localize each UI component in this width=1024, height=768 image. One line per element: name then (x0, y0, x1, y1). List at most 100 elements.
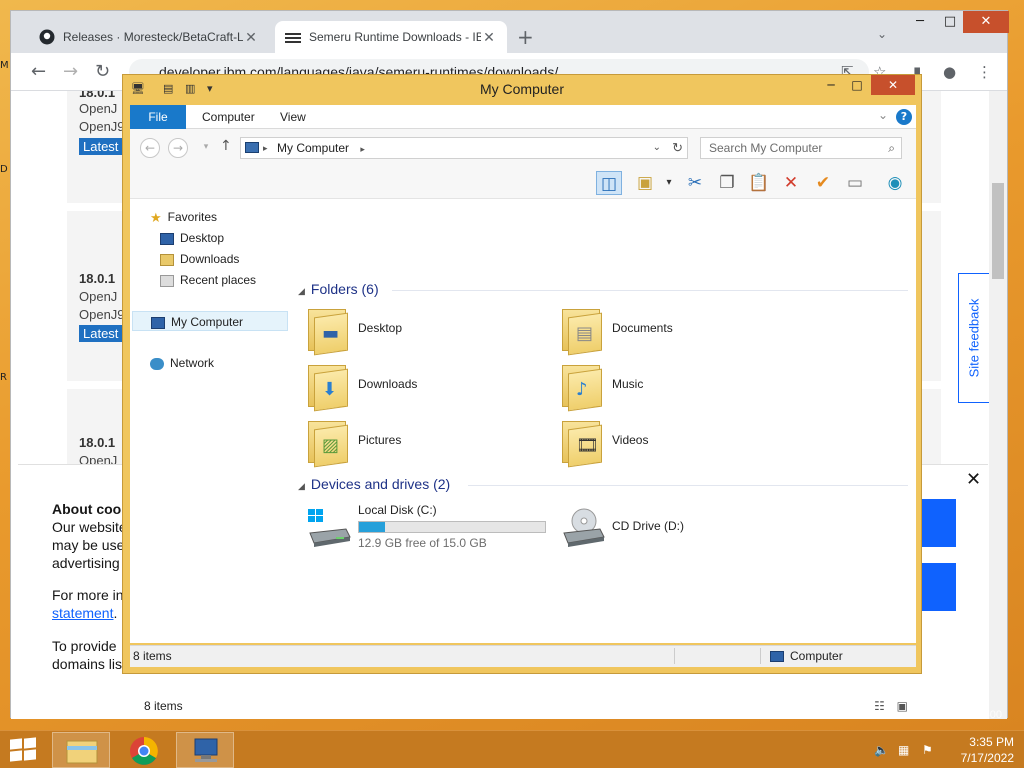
hard-disk-icon (308, 509, 351, 547)
drive-name: CD Drive (D:) (612, 519, 684, 533)
tab-strip: Releases · Moresteck/BetaCraft-L ✕ Semer… (11, 11, 1009, 53)
drive-free-space: 12.9 GB free of 15.0 GB (358, 536, 487, 550)
action-center-icon[interactable]: ⚑ (922, 743, 933, 757)
folder-item-documents[interactable]: ▤ Documents (560, 305, 800, 357)
volume-muted-icon[interactable]: 🔈 (874, 743, 889, 757)
chevron-right-icon[interactable]: ▸ (360, 144, 365, 154)
nav-my-computer[interactable]: My Computer (132, 311, 288, 331)
paste-icon[interactable]: 📋 (746, 171, 772, 195)
checkmark-icon[interactable]: ✔ (810, 171, 836, 195)
folder-item-downloads[interactable]: ⬇ Downloads (306, 361, 546, 413)
maximize-button[interactable]: □ (843, 75, 871, 95)
explorer-titlebar[interactable]: 🖥 ▤ ▥ ▾ My Computer ─ □ ✕ (123, 75, 921, 103)
computer-icon (151, 316, 165, 329)
address-field[interactable]: ▸ My Computer ▸ ⌄ ↻ (240, 137, 688, 159)
delete-icon[interactable]: ✕ (778, 171, 804, 195)
ribbon: File Computer View ⌄ ? (130, 105, 916, 129)
back-arrow-icon[interactable]: ← (31, 61, 46, 82)
close-button[interactable]: ✕ (963, 11, 1009, 33)
recent-locations-dropdown-icon[interactable]: ▾ (196, 138, 216, 158)
reload-icon[interactable]: ↻ (95, 61, 110, 82)
shell-icon[interactable]: ◉ (882, 171, 908, 195)
details-view-icon[interactable]: ☷ (874, 699, 885, 713)
chevron-right-icon[interactable]: ▸ (263, 138, 268, 158)
chevron-down-icon[interactable]: ⌄ (653, 138, 661, 158)
drive-item-c[interactable]: Local Disk (C:) 12.9 GB free of 15.0 GB (306, 503, 556, 555)
privacy-statement-link[interactable]: statement (52, 605, 113, 621)
nav-desktop[interactable]: Desktop (160, 228, 224, 248)
menu-kebab-icon[interactable]: ⋮ (977, 63, 992, 81)
maximize-button[interactable]: □ (935, 11, 965, 33)
help-icon[interactable]: ? (896, 109, 912, 125)
close-tab-icon[interactable]: ✕ (243, 29, 259, 46)
accept-cookies-button[interactable] (921, 499, 956, 547)
page-scrollbar[interactable] (989, 91, 1007, 719)
status-divider (674, 648, 675, 664)
refresh-icon[interactable]: ↻ (672, 138, 683, 158)
chevron-down-icon[interactable]: ▾ (656, 171, 682, 195)
ribbon-tab-view[interactable]: View (268, 105, 318, 129)
browser-tab-releases[interactable]: Releases · Moresteck/BetaCraft-L ✕ (29, 21, 269, 53)
cd-drive-icon (563, 508, 605, 547)
cut-icon[interactable]: ✂ (682, 171, 708, 195)
computer-icon (245, 142, 259, 153)
downloads-folder-icon: ⬇ (306, 361, 350, 412)
folder-item-videos[interactable]: 🎞 Videos (560, 417, 800, 469)
desktop-icon (160, 232, 174, 245)
cookie-text: advertising (52, 555, 120, 571)
nav-recent-places[interactable]: Recent places (160, 270, 256, 290)
close-cookie-icon[interactable]: ✕ (966, 469, 981, 490)
chrome-icon (130, 737, 158, 765)
release-version: 18.0.1 (79, 91, 116, 100)
minimize-button[interactable]: ─ (817, 75, 845, 95)
collapse-arrow-icon[interactable]: ◢ (298, 286, 305, 296)
check-folder-icon[interactable]: ▣ (632, 171, 658, 195)
status-location: Computer (770, 646, 843, 666)
large-icons-view-icon[interactable]: ▣ (897, 699, 908, 713)
site-feedback-button[interactable]: Site feedback (958, 273, 990, 403)
release-line: OpenJ (79, 289, 118, 304)
back-arrow-icon[interactable]: ← (140, 138, 160, 158)
nav-network[interactable]: Network (150, 353, 214, 373)
minimize-button[interactable]: ─ (905, 11, 935, 33)
music-folder-icon: ♪ (560, 361, 604, 412)
nav-favorites[interactable]: ★ Favorites (150, 207, 217, 227)
new-tab-button[interactable]: + (517, 25, 534, 49)
close-button[interactable]: ✕ (871, 75, 915, 95)
forward-arrow-icon[interactable]: → (168, 138, 188, 158)
taskbar-my-computer[interactable] (176, 732, 234, 768)
start-button[interactable] (10, 737, 36, 762)
browser-tab-semeru[interactable]: Semeru Runtime Downloads - IB ✕ (275, 21, 507, 53)
taskbar-file-explorer[interactable] (52, 732, 110, 768)
folders-group-header[interactable]: ◢ Folders (6) (298, 281, 379, 297)
network-icon[interactable]: ▦ (898, 743, 909, 757)
search-icon[interactable]: ⌕ (888, 138, 895, 158)
folder-item-desktop[interactable]: ▬ Desktop (306, 305, 546, 357)
forward-arrow-icon[interactable]: → (63, 61, 78, 82)
rename-icon[interactable]: ▭ (842, 171, 868, 195)
system-clock[interactable]: 3:35 PM 7/17/2022 (950, 734, 1014, 766)
profile-avatar-icon[interactable]: ● (943, 63, 956, 81)
taskbar-chrome[interactable] (114, 732, 172, 768)
scroll-thumb[interactable] (992, 183, 1004, 279)
desktop-folder-icon: ▬ (306, 305, 350, 356)
expand-ribbon-icon[interactable]: ⌄ (878, 108, 888, 122)
preview-pane-icon[interactable]: ◫ (596, 171, 622, 195)
address-crumb[interactable]: My Computer (277, 141, 349, 155)
up-arrow-icon[interactable]: ↑ (220, 138, 232, 154)
ribbon-tab-file[interactable]: File (130, 105, 186, 129)
ribbon-tab-computer[interactable]: Computer (190, 105, 267, 129)
close-tab-icon[interactable]: ✕ (481, 29, 497, 46)
folder-item-music[interactable]: ♪ Music (560, 361, 800, 413)
search-input[interactable]: Search My Computer ⌕ (700, 137, 902, 159)
release-version: 18.0.1 (79, 435, 116, 450)
required-cookies-button[interactable] (921, 563, 956, 611)
collapse-arrow-icon[interactable]: ◢ (298, 481, 305, 491)
folder-item-pictures[interactable]: ▨ Pictures (306, 417, 546, 469)
devices-group-header[interactable]: ◢ Devices and drives (2) (298, 476, 450, 492)
tab-search-chevron-icon[interactable]: ⌄ (877, 27, 887, 41)
tab-title: Releases · Moresteck/BetaCraft-L (63, 30, 243, 44)
copy-icon[interactable]: ❐ (714, 171, 740, 195)
nav-downloads[interactable]: Downloads (160, 249, 239, 269)
drive-item-d[interactable]: CD Drive (D:) (560, 503, 800, 555)
